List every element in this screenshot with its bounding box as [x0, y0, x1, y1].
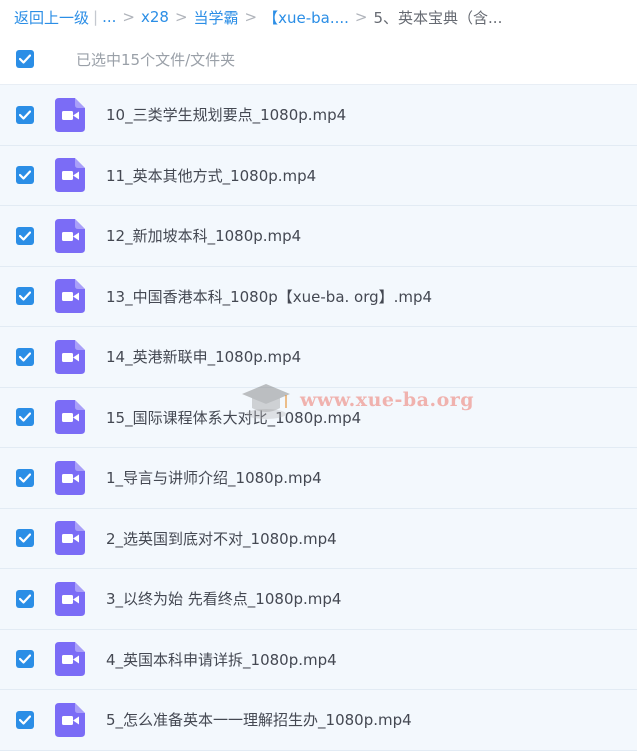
video-file-icon: [55, 460, 85, 495]
file-row[interactable]: 11_英本其他方式_1080p.mp4: [0, 145, 637, 206]
back-link[interactable]: 返回上一级: [14, 7, 89, 28]
checkmark-icon: [19, 412, 31, 422]
checkmark-icon: [19, 54, 31, 64]
file-checkbox[interactable]: [16, 347, 34, 366]
file-name: 13_中国香港本科_1080p【xue-ba. org】.mp4: [106, 287, 433, 306]
file-checkbox[interactable]: [16, 468, 34, 487]
file-checkbox[interactable]: [16, 408, 34, 427]
file-name: 5_怎么准备英本一一理解招生办_1080p.mp4: [106, 711, 412, 730]
video-file-icon: [55, 97, 85, 132]
chevron-right-icon: >: [174, 8, 188, 26]
file-row[interactable]: 15_国际课程体系大对比_1080p.mp4: [0, 387, 637, 448]
breadcrumb-divider: |: [93, 8, 99, 26]
file-name: 11_英本其他方式_1080p.mp4: [106, 166, 317, 185]
file-name: 10_三类学生规划要点_1080p.mp4: [106, 106, 347, 125]
file-row[interactable]: 14_英港新联申_1080p.mp4: [0, 327, 637, 388]
video-file-icon: [55, 642, 85, 677]
file-row[interactable]: 5_怎么准备英本一一理解招生办_1080p.mp4: [0, 690, 637, 751]
file-row[interactable]: 10_三类学生规划要点_1080p.mp4: [0, 85, 637, 146]
file-checkbox[interactable]: [16, 589, 34, 608]
breadcrumb: 返回上一级 | ... > x28 > 当学霸 > 【xue-ba.... > …: [0, 0, 637, 34]
checkmark-icon: [19, 231, 31, 241]
file-checkbox[interactable]: [16, 710, 34, 729]
video-file-icon: [55, 581, 85, 616]
select-all-checkbox[interactable]: [16, 50, 34, 68]
checkmark-icon: [19, 352, 31, 362]
selection-count-label: 已选中15个文件/文件夹: [76, 50, 236, 69]
file-row[interactable]: 13_中国香港本科_1080p【xue-ba. org】.mp4: [0, 266, 637, 327]
file-name: 4_英国本科申请详拆_1080p.mp4: [106, 650, 337, 669]
checkmark-icon: [19, 110, 31, 120]
selection-bar: 已选中15个文件/文件夹: [0, 34, 637, 84]
checkmark-icon: [19, 473, 31, 483]
video-file-icon: [55, 400, 85, 435]
breadcrumb-ellipsis[interactable]: ...: [102, 8, 116, 26]
file-row[interactable]: 4_英国本科申请详拆_1080p.mp4: [0, 629, 637, 690]
file-checkbox[interactable]: [16, 105, 34, 124]
breadcrumb-current: 5、英本宝典（含...: [373, 8, 503, 27]
video-file-icon: [55, 702, 85, 737]
file-checkbox[interactable]: [16, 226, 34, 245]
breadcrumb-item-xue-ba[interactable]: 【xue-ba....: [263, 7, 349, 28]
file-name: 2_选英国到底对不对_1080p.mp4: [106, 529, 337, 548]
checkmark-icon: [19, 170, 31, 180]
video-file-icon: [55, 279, 85, 314]
video-file-icon: [55, 339, 85, 374]
checkmark-icon: [19, 533, 31, 543]
breadcrumb-item-x28[interactable]: x28: [141, 8, 169, 26]
file-name: 12_新加坡本科_1080p.mp4: [106, 227, 302, 246]
file-checkbox[interactable]: [16, 650, 34, 669]
file-name: 15_国际课程体系大对比_1080p.mp4: [106, 408, 362, 427]
chevron-right-icon: >: [122, 8, 135, 26]
file-checkbox[interactable]: [16, 529, 34, 548]
chevron-right-icon: >: [354, 8, 368, 26]
checkmark-icon: [19, 715, 31, 725]
file-row[interactable]: 1_导言与讲师介绍_1080p.mp4: [0, 448, 637, 509]
video-file-icon: [55, 158, 85, 193]
file-checkbox[interactable]: [16, 166, 34, 185]
file-row[interactable]: 3_以终为始 先看终点_1080p.mp4: [0, 569, 637, 630]
checkmark-icon: [19, 291, 31, 301]
checkmark-icon: [19, 654, 31, 664]
checkmark-icon: [19, 594, 31, 604]
file-checkbox[interactable]: [16, 287, 34, 306]
file-list: 10_三类学生规划要点_1080p.mp4 11_英本其他方式_1080p.mp4…: [0, 84, 637, 751]
breadcrumb-item-dangxueba[interactable]: 当学霸: [194, 7, 239, 28]
chevron-right-icon: >: [244, 8, 258, 26]
file-name: 3_以终为始 先看终点_1080p.mp4: [106, 590, 342, 609]
file-row[interactable]: 12_新加坡本科_1080p.mp4: [0, 206, 637, 267]
video-file-icon: [55, 521, 85, 556]
video-file-icon: [55, 218, 85, 253]
file-row[interactable]: 2_选英国到底对不对_1080p.mp4: [0, 508, 637, 569]
file-name: 1_导言与讲师介绍_1080p.mp4: [106, 469, 322, 488]
file-name: 14_英港新联申_1080p.mp4: [106, 348, 302, 367]
